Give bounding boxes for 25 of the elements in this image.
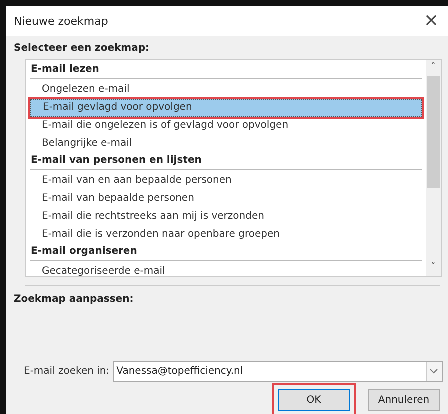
field-label: E-mail zoeken in: [24,366,110,377]
scroll-up-button[interactable]: ˄ [431,60,436,76]
list-item[interactable]: E-mail gevlagd voor opvolgen [30,99,422,117]
list-item[interactable]: Ongelezen e-mail [30,81,422,99]
group-header: E-mail van personen en lijsten [30,153,422,170]
list-item[interactable]: E-mail van bepaalde personen [30,190,422,208]
dialog-button[interactable]: OK [278,389,350,411]
mailbox-dropdown[interactable]: Vanessa@topefficiency.nl [112,361,443,382]
group-header: E-mail lezen [30,62,422,79]
list-item[interactable]: Gecategoriseerde e-mail [30,263,422,276]
window-title: Nieuwe zoekmap [14,14,108,28]
close-button[interactable]: × [420,12,442,30]
dialog-button[interactable]: Annuleren [368,389,440,411]
section-label: Selecteer een zoekmap: [14,43,150,54]
list-item[interactable]: E-mail die rechtstreeks aan mij is verzonden [30,208,422,226]
group-header: E-mail organiseren [30,244,422,261]
scrollbar[interactable]: ˄ ˅ [426,60,441,276]
list-item[interactable]: E-mail die ongelezen is of gevlagd voor opvolgen [30,117,422,135]
list-item[interactable]: E-mail die is verzonden naar openbare groepen [30,226,422,244]
scroll-down-button[interactable]: ˅ [431,260,436,276]
chevron-down-icon [430,369,438,374]
list-item[interactable]: Belangrijke e-mail [30,135,422,153]
section-label: Zoekmap aanpassen: [14,294,135,305]
scroll-thumb[interactable] [427,76,440,188]
list-item[interactable]: E-mail van en aan bepaalde personen [30,172,422,190]
